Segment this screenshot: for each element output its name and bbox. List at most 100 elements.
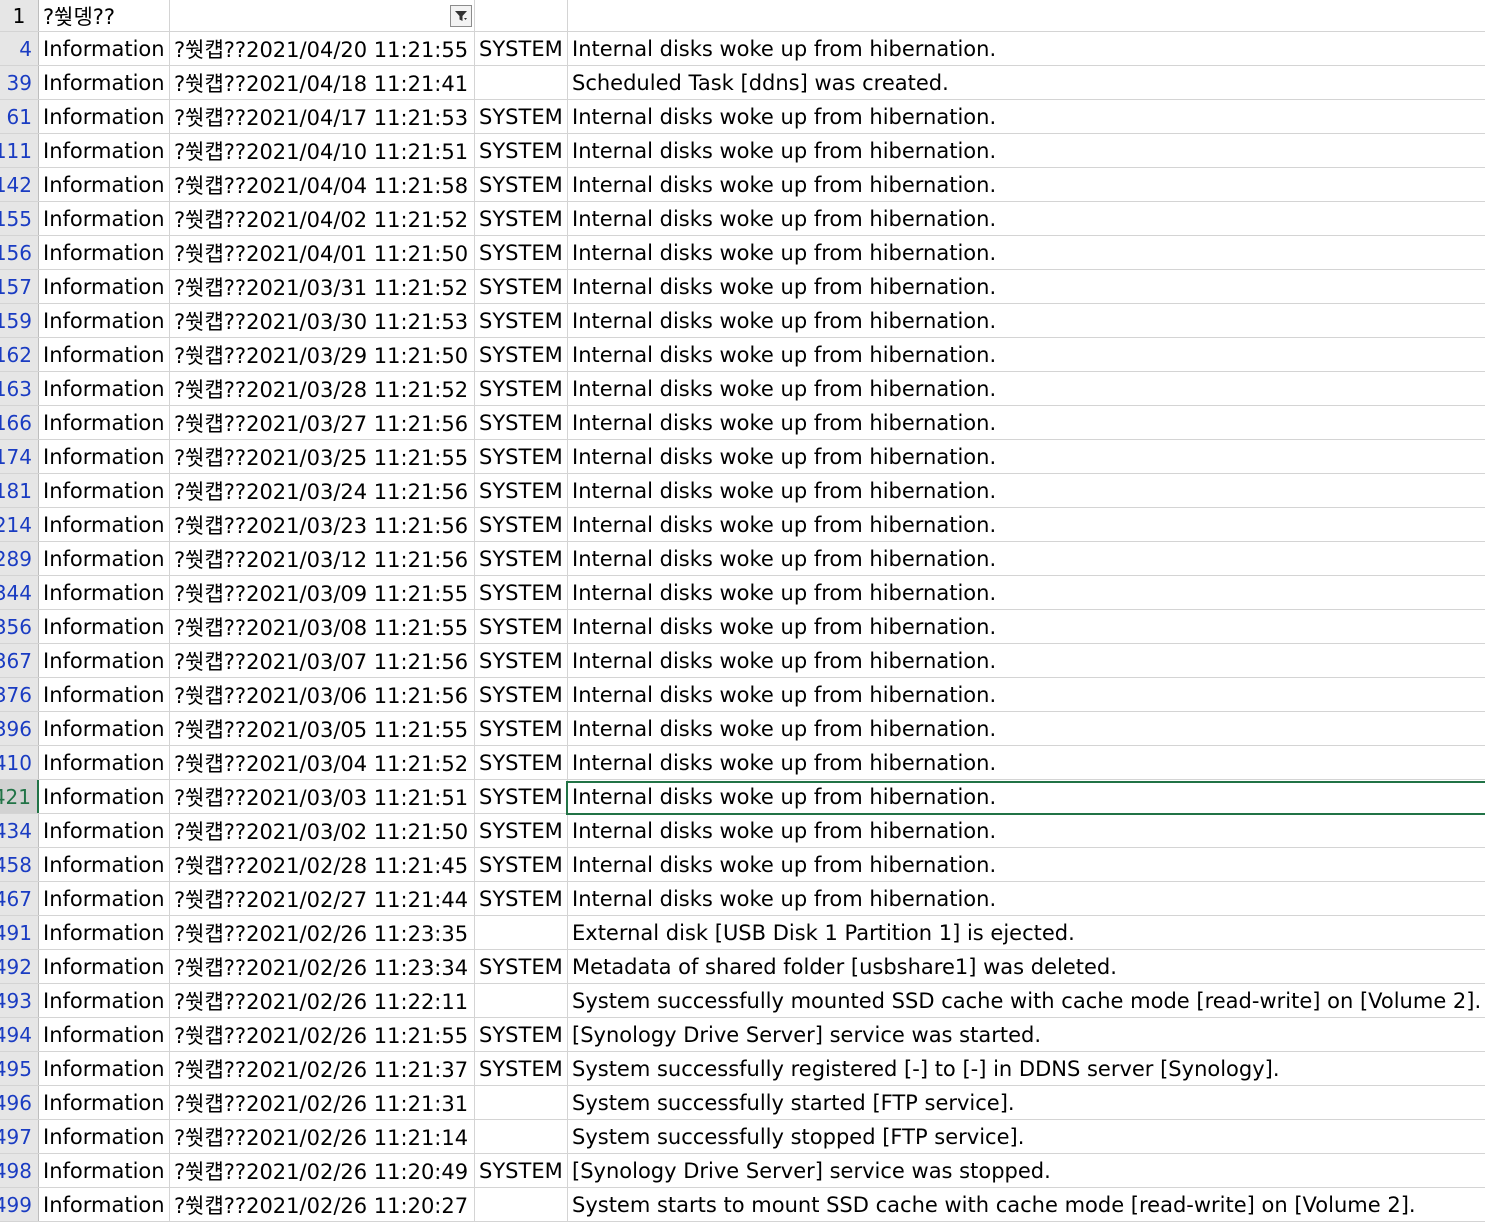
cell-time[interactable]: ?쒓컙??2021/04/20 11:21:55: [170, 32, 475, 65]
cell-event[interactable]: Internal disks woke up from hibernation.: [568, 508, 1485, 541]
row-number-header[interactable]: 142: [0, 168, 39, 201]
cell-time[interactable]: ?쒓컙??2021/02/26 11:21:31: [170, 1086, 475, 1119]
cell-user[interactable]: SYSTEM: [475, 1154, 568, 1187]
header-cell-user[interactable]: [475, 0, 568, 31]
cell-time[interactable]: ?쒓컙??2021/02/26 11:21:14: [170, 1120, 475, 1153]
cell-event[interactable]: Internal disks woke up from hibernation.: [568, 304, 1485, 337]
row-number-header[interactable]: 166: [0, 406, 39, 439]
cell-level[interactable]: Information: [39, 168, 170, 201]
cell-level[interactable]: Information: [39, 474, 170, 507]
cell-time[interactable]: ?쒓컙??2021/02/26 11:20:27: [170, 1188, 475, 1221]
header-cell-event[interactable]: [568, 0, 1485, 31]
table-row[interactable]: 214Information?쒓컙??2021/03/23 11:21:56SY…: [0, 508, 1485, 542]
cell-time[interactable]: ?쒓컙??2021/04/18 11:21:41: [170, 66, 475, 99]
cell-level[interactable]: Information: [39, 712, 170, 745]
row-number-header[interactable]: 111: [0, 134, 39, 167]
row-number-header[interactable]: 181: [0, 474, 39, 507]
cell-user[interactable]: SYSTEM: [475, 678, 568, 711]
cell-time[interactable]: ?쒓컙??2021/03/24 11:21:56: [170, 474, 475, 507]
row-number-header[interactable]: 289: [0, 542, 39, 575]
table-row[interactable]: 289Information?쒓컙??2021/03/12 11:21:56SY…: [0, 542, 1485, 576]
cell-time[interactable]: ?쒓컙??2021/03/29 11:21:50: [170, 338, 475, 371]
cell-event[interactable]: Internal disks woke up from hibernation.: [568, 746, 1485, 779]
cell-event[interactable]: System successfully registered [-] to [-…: [568, 1052, 1485, 1085]
row-number-header[interactable]: 495: [0, 1052, 39, 1085]
cell-event[interactable]: Internal disks woke up from hibernation.: [568, 236, 1485, 269]
cell-event[interactable]: Internal disks woke up from hibernation.: [568, 474, 1485, 507]
table-row[interactable]: 492Information?쒓컙??2021/02/26 11:23:34SY…: [0, 950, 1485, 984]
cell-event[interactable]: Internal disks woke up from hibernation.: [568, 780, 1485, 813]
cell-user[interactable]: SYSTEM: [475, 304, 568, 337]
cell-event[interactable]: Internal disks woke up from hibernation.: [568, 848, 1485, 881]
cell-time[interactable]: ?쒓컙??2021/04/01 11:21:50: [170, 236, 475, 269]
cell-level[interactable]: Information: [39, 338, 170, 371]
cell-time[interactable]: ?쒓컙??2021/04/02 11:21:52: [170, 202, 475, 235]
row-number-header[interactable]: 491: [0, 916, 39, 949]
cell-time[interactable]: ?쒓컙??2021/03/31 11:21:52: [170, 270, 475, 303]
cell-level[interactable]: Information: [39, 780, 170, 813]
row-number-header[interactable]: 155: [0, 202, 39, 235]
row-number-header[interactable]: 492: [0, 950, 39, 983]
cell-event[interactable]: Internal disks woke up from hibernation.: [568, 542, 1485, 575]
cell-time[interactable]: ?쒓컙??2021/03/28 11:21:52: [170, 372, 475, 405]
table-row[interactable]: 344Information?쒓컙??2021/03/09 11:21:55SY…: [0, 576, 1485, 610]
cell-level[interactable]: Information: [39, 1188, 170, 1221]
row-number-header[interactable]: 376: [0, 678, 39, 711]
cell-event[interactable]: System successfully stopped [FTP service…: [568, 1120, 1485, 1153]
cell-level[interactable]: Information: [39, 644, 170, 677]
cell-user[interactable]: SYSTEM: [475, 712, 568, 745]
cell-time[interactable]: ?쒓컙??2021/02/26 11:20:49: [170, 1154, 475, 1187]
cell-time[interactable]: ?쒓컙??2021/03/05 11:21:55: [170, 712, 475, 745]
cell-time[interactable]: ?쒓컙??2021/03/12 11:21:56: [170, 542, 475, 575]
cell-event[interactable]: Internal disks woke up from hibernation.: [568, 610, 1485, 643]
row-number-header[interactable]: 174: [0, 440, 39, 473]
row-number-header[interactable]: 493: [0, 984, 39, 1017]
cell-user[interactable]: [475, 66, 568, 99]
table-row[interactable]: 157Information?쒓컙??2021/03/31 11:21:52SY…: [0, 270, 1485, 304]
row-number-header[interactable]: 496: [0, 1086, 39, 1119]
table-row[interactable]: 356Information?쒓컙??2021/03/08 11:21:55SY…: [0, 610, 1485, 644]
cell-user[interactable]: SYSTEM: [475, 440, 568, 473]
cell-user[interactable]: [475, 1188, 568, 1221]
cell-time[interactable]: ?쒓컙??2021/02/26 11:23:34: [170, 950, 475, 983]
table-row[interactable]: 159Information?쒓컙??2021/03/30 11:21:53SY…: [0, 304, 1485, 338]
row-number-header[interactable]: 499: [0, 1188, 39, 1221]
table-row[interactable]: 434Information?쒓컙??2021/03/02 11:21:50SY…: [0, 814, 1485, 848]
cell-user[interactable]: SYSTEM: [475, 610, 568, 643]
row-number-header[interactable]: 61: [0, 100, 39, 133]
table-row[interactable]: 155Information?쒓컙??2021/04/02 11:21:52SY…: [0, 202, 1485, 236]
row-number-header[interactable]: 434: [0, 814, 39, 847]
table-row[interactable]: 61 Information ?쒓컙??2021/04/17 11:21:53 SYS…: [0, 100, 1485, 134]
cell-event[interactable]: Internal disks woke up from hibernation.: [568, 168, 1485, 201]
cell-user[interactable]: SYSTEM: [475, 270, 568, 303]
cell-user[interactable]: SYSTEM: [475, 848, 568, 881]
cell-user[interactable]: SYSTEM: [475, 134, 568, 167]
cell-user[interactable]: SYSTEM: [475, 1052, 568, 1085]
cell-level[interactable]: Information: [39, 1154, 170, 1187]
cell-level[interactable]: Information: [39, 610, 170, 643]
row-number-header[interactable]: 421: [0, 780, 39, 813]
filter-funnel-icon[interactable]: [450, 5, 472, 27]
cell-event[interactable]: Internal disks woke up from hibernation.: [568, 32, 1485, 65]
cell-level[interactable]: Information: [39, 678, 170, 711]
cell-user[interactable]: SYSTEM: [475, 100, 568, 133]
cell-level[interactable]: Information: [39, 984, 170, 1017]
cell-event[interactable]: Internal disks woke up from hibernation.: [568, 814, 1485, 847]
cell-level[interactable]: Information: [39, 270, 170, 303]
cell-event[interactable]: Internal disks woke up from hibernation.: [568, 576, 1485, 609]
table-row[interactable]: 166Information?쒓컙??2021/03/27 11:21:56SY…: [0, 406, 1485, 440]
cell-event[interactable]: Internal disks woke up from hibernation.: [568, 882, 1485, 915]
cell-event[interactable]: Internal disks woke up from hibernation.: [568, 202, 1485, 235]
cell-user[interactable]: SYSTEM: [475, 644, 568, 677]
cell-time[interactable]: ?쒓컙??2021/03/25 11:21:55: [170, 440, 475, 473]
table-row[interactable]: 111Information?쒓컙??2021/04/10 11:21:51SY…: [0, 134, 1485, 168]
row-number-header[interactable]: 214: [0, 508, 39, 541]
cell-event[interactable]: Internal disks woke up from hibernation.: [568, 372, 1485, 405]
header-cell-level[interactable]: ?쒖뎽??: [39, 0, 170, 31]
table-row[interactable]: 174Information?쒓컙??2021/03/25 11:21:55SY…: [0, 440, 1485, 474]
cell-event[interactable]: System starts to mount SSD cache with ca…: [568, 1188, 1485, 1221]
row-header[interactable]: 1: [0, 0, 39, 31]
table-row[interactable]: 499Information?쒓컙??2021/02/26 11:20:27 Sy…: [0, 1188, 1485, 1222]
table-row[interactable]: 39 Information ?쒓컙??2021/04/18 11:21:41 Sch…: [0, 66, 1485, 100]
row-number-header[interactable]: 497: [0, 1120, 39, 1153]
